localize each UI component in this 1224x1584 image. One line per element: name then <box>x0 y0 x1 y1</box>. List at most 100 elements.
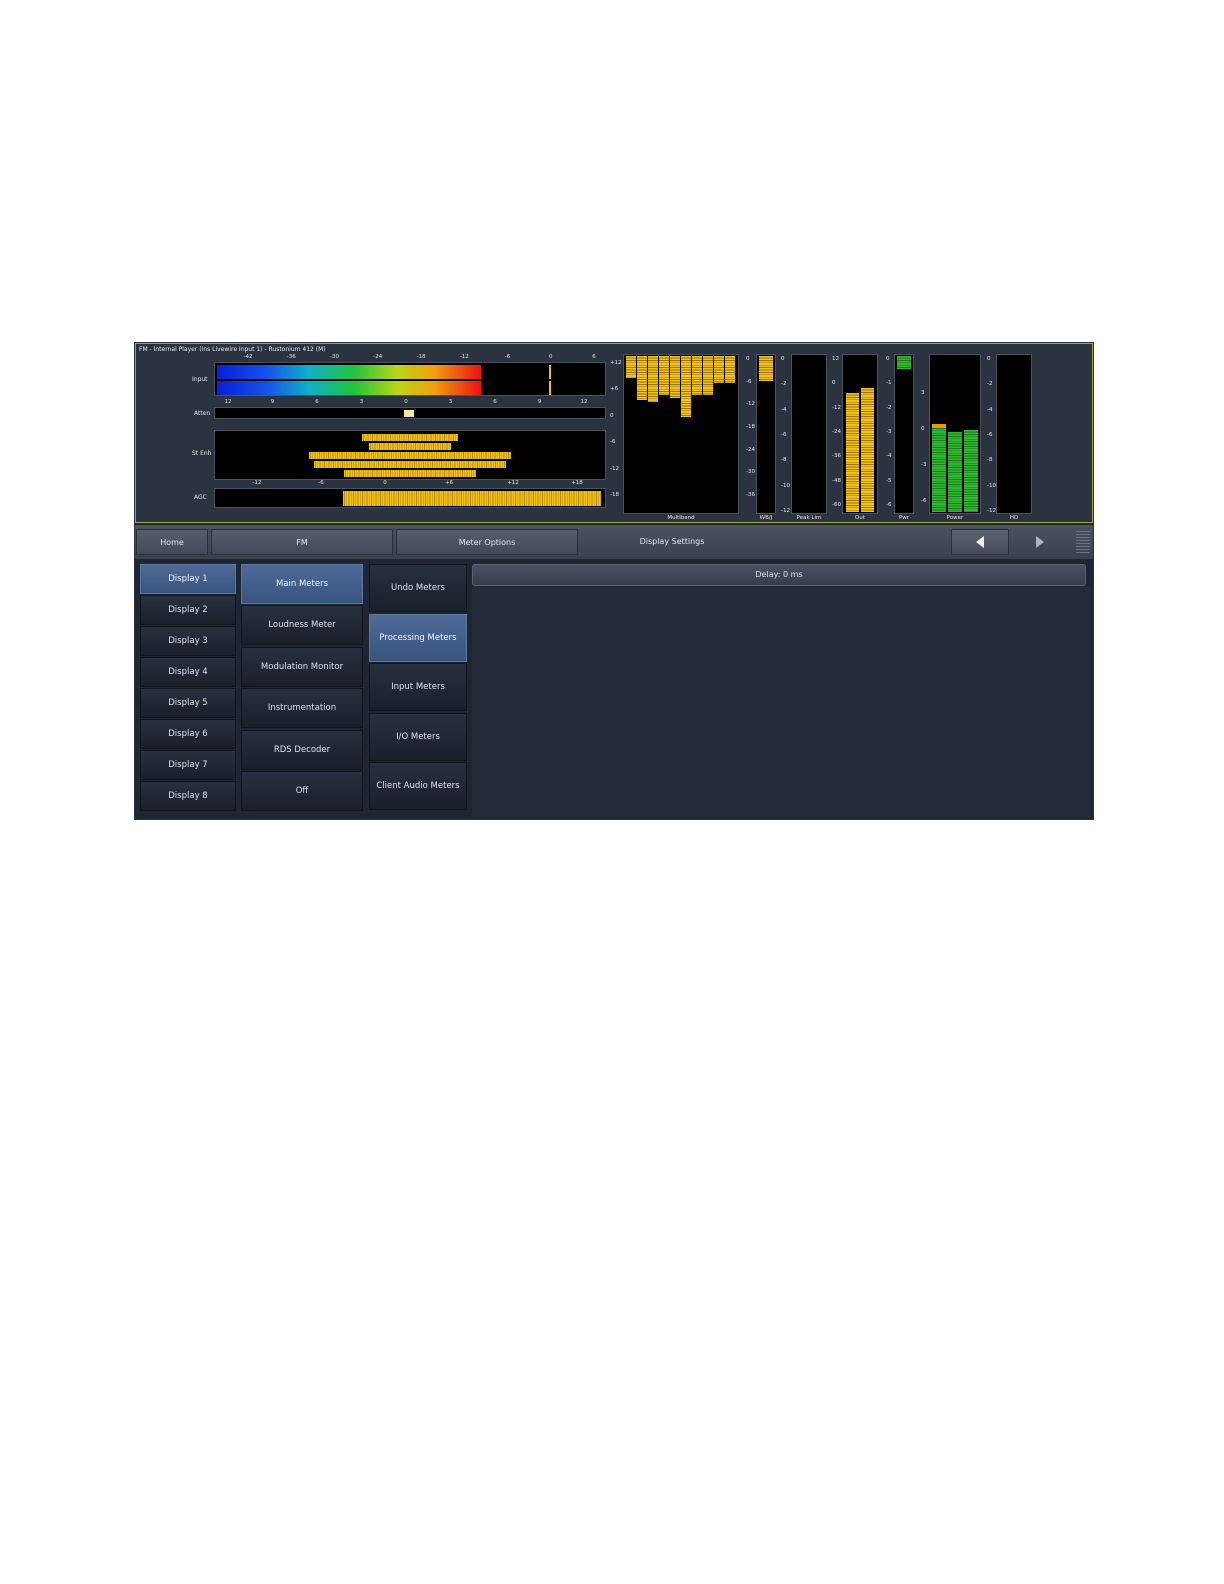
stereo-bar <box>362 434 458 441</box>
meter-set-button[interactable]: Processing Meters <box>369 613 467 662</box>
wb-meter <box>756 354 776 514</box>
mode-button[interactable]: Instrumentation <box>241 688 363 729</box>
agc-scale-tick: +18 <box>571 480 583 486</box>
out-left-bar <box>846 392 859 512</box>
display-button[interactable]: Display 1 <box>140 564 236 594</box>
wb-scale-tick: -12 <box>746 401 755 408</box>
home-button[interactable]: Home <box>136 529 208 555</box>
out-scale-tick: 0 <box>832 380 836 387</box>
peak-lim-scale-tick: -8 <box>781 457 787 464</box>
pwr-scale-tick: -2 <box>886 404 892 411</box>
display-button[interactable]: Display 8 <box>140 781 236 811</box>
peak-lim-scale-tick: 0 <box>781 356 785 362</box>
hd-scale-tick: -2 <box>987 381 993 388</box>
input-scale-tick: -30 <box>330 354 339 360</box>
atten-scale-tick: 6 <box>493 399 497 405</box>
stereo-label: St Enh <box>192 450 212 457</box>
out-scale-tick: -24 <box>832 429 841 435</box>
mode-button[interactable]: Off <box>241 771 363 811</box>
hd-scale-tick: -10 <box>987 482 996 489</box>
window-title: FM - Internal Player (Ins Livewire Input… <box>139 346 326 353</box>
power-bar <box>964 430 978 512</box>
multiband-band <box>703 356 713 396</box>
meter-set-button[interactable]: Undo Meters <box>369 564 467 612</box>
wb-bar <box>759 356 773 382</box>
input-scale-tick: 0 <box>549 354 553 360</box>
power-label: Power <box>946 515 964 521</box>
pwr-scale-tick: -4 <box>886 453 892 460</box>
power-scale-tick: -6 <box>921 498 927 504</box>
multiband-scale-tick: +6 <box>610 386 619 393</box>
peak-lim-scale-tick: -6 <box>781 432 787 438</box>
input-scale-tick: -12 <box>459 354 469 360</box>
power-scale-tick: -3 <box>921 462 927 468</box>
fm-button[interactable]: FM <box>211 529 393 555</box>
meter-panel: FM - Internal Player (Ins Livewire Input… <box>135 343 1093 523</box>
atten-scale-tick: 0 <box>404 399 408 405</box>
multiband-band <box>637 356 647 400</box>
atten-indicator <box>404 410 414 417</box>
multiband-scale-tick: -18 <box>610 492 619 498</box>
pwr-meter <box>894 354 914 514</box>
peak-lim-meter <box>791 354 827 514</box>
meter-set-button[interactable]: Input Meters <box>369 663 467 711</box>
grip-icon[interactable] <box>1076 531 1090 553</box>
multiband-band <box>714 356 724 383</box>
input-scale-tick: 6 <box>592 354 596 360</box>
peak-lim-scale-tick: -2 <box>781 381 787 388</box>
display-settings-button[interactable]: Display Settings <box>581 529 763 555</box>
multiband-meter <box>623 354 739 514</box>
mode-button[interactable]: RDS Decoder <box>241 729 363 770</box>
atten-scale-tick: 3 <box>448 399 453 405</box>
multiband-band <box>725 356 735 383</box>
input-scale-tick: -18 <box>416 354 426 360</box>
peak-lim-label: Peak Lim <box>796 515 822 521</box>
multiband-scale-tick: +12 <box>610 360 622 366</box>
pwr-scale-tick: -5 <box>886 477 892 484</box>
meter-options-button[interactable]: Meter Options <box>396 529 578 555</box>
out-scale-tick: -12 <box>832 404 841 411</box>
stereo-meter <box>214 430 606 480</box>
meter-set-button[interactable]: I/O Meters <box>369 712 467 761</box>
hd-scale-tick: 0 <box>987 356 991 362</box>
agc-label: AGC <box>194 494 207 501</box>
display-button[interactable]: Display 4 <box>140 657 236 687</box>
out-right-bar <box>861 387 874 512</box>
meter-set-button[interactable]: Client Audio Meters <box>369 762 467 810</box>
agc-scale-tick: +6 <box>444 480 454 486</box>
agc-scale-tick: +12 <box>507 480 519 486</box>
multiband-band <box>670 356 680 399</box>
delay-bar[interactable]: Delay: 0 ms <box>472 564 1086 586</box>
wb-scale-tick: -18 <box>746 424 755 430</box>
agc-scale-tick: -6 <box>318 480 324 486</box>
multiband-band <box>659 356 669 396</box>
atten-scale-tick: 12 <box>580 399 588 405</box>
display-button[interactable]: Display 7 <box>140 750 236 780</box>
input-scale-tick: -6 <box>504 354 511 360</box>
next-button[interactable] <box>1011 529 1069 555</box>
display-button[interactable]: Display 2 <box>140 595 236 625</box>
stereo-bar <box>309 452 511 459</box>
peak-lim-scale-tick: -12 <box>781 508 790 514</box>
mode-button[interactable]: Loudness Meter <box>241 605 363 646</box>
input-scale-tick: -42 <box>243 354 253 360</box>
mode-button[interactable]: Modulation Monitor <box>241 646 363 687</box>
out-meter <box>842 354 878 514</box>
out-scale-tick: -36 <box>832 453 841 460</box>
atten-scale-tick: 3 <box>359 399 364 405</box>
previous-button[interactable] <box>951 529 1009 555</box>
power-meter <box>929 354 981 514</box>
hd-scale-tick: -4 <box>987 406 993 413</box>
agc-scale-tick: 0 <box>383 480 387 486</box>
input-peak-marker <box>548 381 551 395</box>
hd-meter <box>996 354 1032 514</box>
display-button[interactable]: Display 6 <box>140 719 236 749</box>
display-button[interactable]: Display 3 <box>140 626 236 656</box>
pwr-scale-tick: 0 <box>886 356 890 362</box>
atten-meter <box>214 407 606 419</box>
display-button[interactable]: Display 5 <box>140 688 236 718</box>
mode-button[interactable]: Main Meters <box>241 564 363 604</box>
out-scale-tick: -48 <box>832 477 841 484</box>
multiband-band <box>648 356 658 402</box>
arrow-right-icon <box>1036 536 1044 548</box>
